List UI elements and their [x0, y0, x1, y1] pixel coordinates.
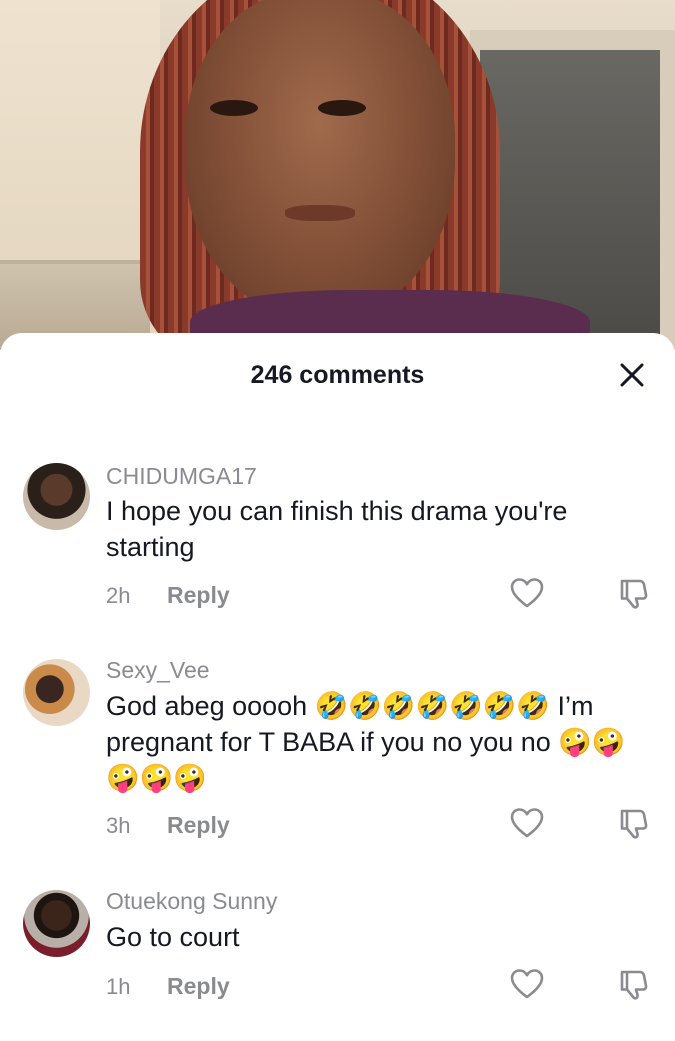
comment-username[interactable]: Otuekong Sunny — [106, 888, 277, 915]
video-background[interactable] — [0, 0, 675, 350]
video-person-mouth — [285, 205, 355, 221]
video-person-eye-right — [318, 100, 366, 116]
heart-outline-icon[interactable] — [510, 577, 544, 611]
thumbs-down-icon[interactable] — [616, 577, 650, 611]
comment-time: 3h — [106, 813, 131, 838]
close-button[interactable] — [612, 355, 652, 395]
reply-button[interactable]: Reply — [167, 973, 230, 1000]
close-icon — [620, 363, 644, 387]
video-person-eye-left — [210, 100, 258, 116]
comments-count-title: 246 comments — [250, 361, 425, 389]
comment-text: Go to court — [106, 922, 240, 952]
comment-username[interactable]: Sexy_Vee — [106, 657, 210, 684]
reply-button[interactable]: Reply — [167, 582, 230, 609]
comment-time: 1h — [106, 974, 131, 999]
heart-outline-icon[interactable] — [510, 807, 544, 841]
video-person-face — [185, 0, 455, 320]
comment-text: God abeg ooooh 🤣🤣🤣🤣🤣🤣🤣 I’m pregnant for … — [106, 691, 626, 793]
comment-username[interactable]: CHIDUMGA17 — [106, 463, 257, 490]
heart-outline-icon[interactable] — [510, 968, 544, 1002]
avatar[interactable] — [23, 890, 90, 957]
thumbs-down-icon[interactable] — [616, 968, 650, 1002]
comment-time: 2h — [106, 583, 131, 608]
avatar[interactable] — [23, 659, 90, 726]
thumbs-down-icon[interactable] — [616, 807, 650, 841]
avatar[interactable] — [23, 463, 90, 530]
reply-button[interactable]: Reply — [167, 812, 230, 839]
comment-text: I hope you can finish this drama you're … — [106, 496, 568, 562]
comments-sheet: 246 comments CHIDUMGA17 I hope you can f… — [0, 333, 675, 1041]
